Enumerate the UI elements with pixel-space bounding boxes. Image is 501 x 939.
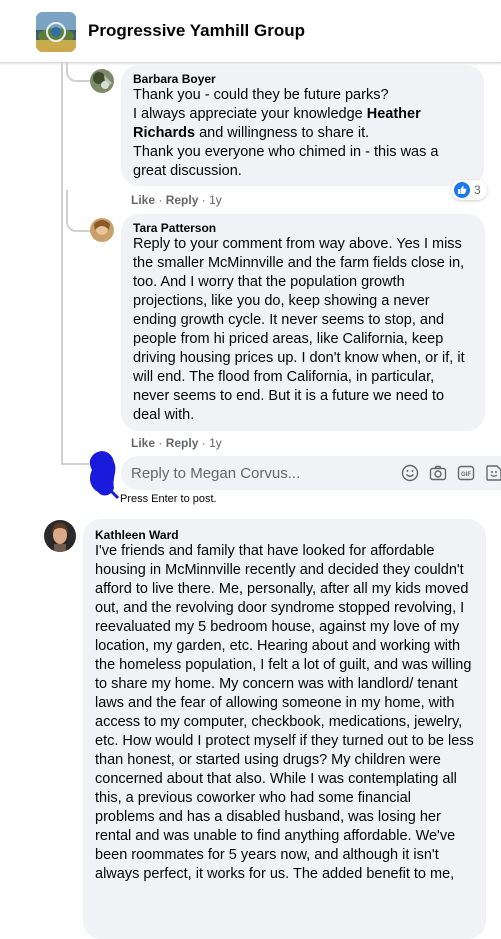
separator: ·	[158, 436, 163, 450]
comment-line: Thank you everyone who chimed in - this …	[133, 144, 439, 179]
camera-icon[interactable]	[429, 464, 447, 482]
reply-button[interactable]: Reply	[166, 193, 199, 207]
comment-bubble: Tara Patterson Reply to your comment fro…	[121, 214, 485, 431]
separator: ·	[201, 436, 206, 450]
reaction-summary[interactable]: 3	[451, 180, 487, 200]
group-logo[interactable]	[36, 12, 76, 52]
thread-line	[66, 62, 90, 82]
thread-line	[61, 62, 63, 465]
comment-author[interactable]: Kathleen Ward	[95, 528, 474, 542]
avatar[interactable]	[90, 218, 114, 242]
comment-actions: Like · Reply · 1y	[131, 193, 222, 207]
thread-line	[66, 190, 92, 232]
comment-actions: Like · Reply · 1y	[131, 436, 222, 450]
like-button[interactable]: Like	[131, 193, 155, 207]
comment-text: I've friends and family that have looked…	[95, 543, 474, 882]
comment-time[interactable]: 1y	[209, 193, 222, 207]
avatar[interactable]	[44, 520, 76, 552]
separator: ·	[158, 193, 163, 207]
comment-bubble: Kathleen Ward I've friends and family th…	[83, 519, 486, 939]
emoji-icon[interactable]	[401, 464, 419, 482]
redacted-avatar	[84, 448, 124, 500]
comment-author[interactable]: Tara Patterson	[133, 221, 473, 235]
comment-line: Thank you - could they be future parks?	[133, 87, 389, 103]
svg-text:GIF: GIF	[461, 472, 471, 478]
group-name[interactable]: Progressive Yamhill Group	[88, 21, 305, 41]
gif-icon[interactable]: GIF	[457, 464, 475, 482]
comment-text: Reply to your comment from way above. Ye…	[133, 236, 465, 423]
reaction-count: 3	[474, 183, 481, 197]
comment-line: I always appreciate your knowledge	[133, 106, 367, 122]
reply-input[interactable]	[121, 456, 381, 490]
avatar[interactable]	[90, 69, 114, 93]
group-header: Progressive Yamhill Group	[0, 0, 501, 63]
comment-text: Thank you - could they be future parks? …	[133, 86, 472, 181]
like-reaction-icon	[454, 182, 470, 198]
comment-bubble: Barbara Boyer Thank you - could they be …	[121, 65, 484, 186]
like-button[interactable]: Like	[131, 436, 155, 450]
separator: ·	[201, 193, 206, 207]
sticker-icon[interactable]	[485, 464, 501, 482]
reply-composer: GIF	[121, 456, 501, 490]
press-enter-hint: Press Enter to post.	[120, 493, 217, 505]
comment-author[interactable]: Barbara Boyer	[133, 72, 472, 86]
comment-line: and willingness to share it.	[195, 125, 370, 141]
reply-button[interactable]: Reply	[166, 436, 199, 450]
comment-time[interactable]: 1y	[209, 436, 222, 450]
